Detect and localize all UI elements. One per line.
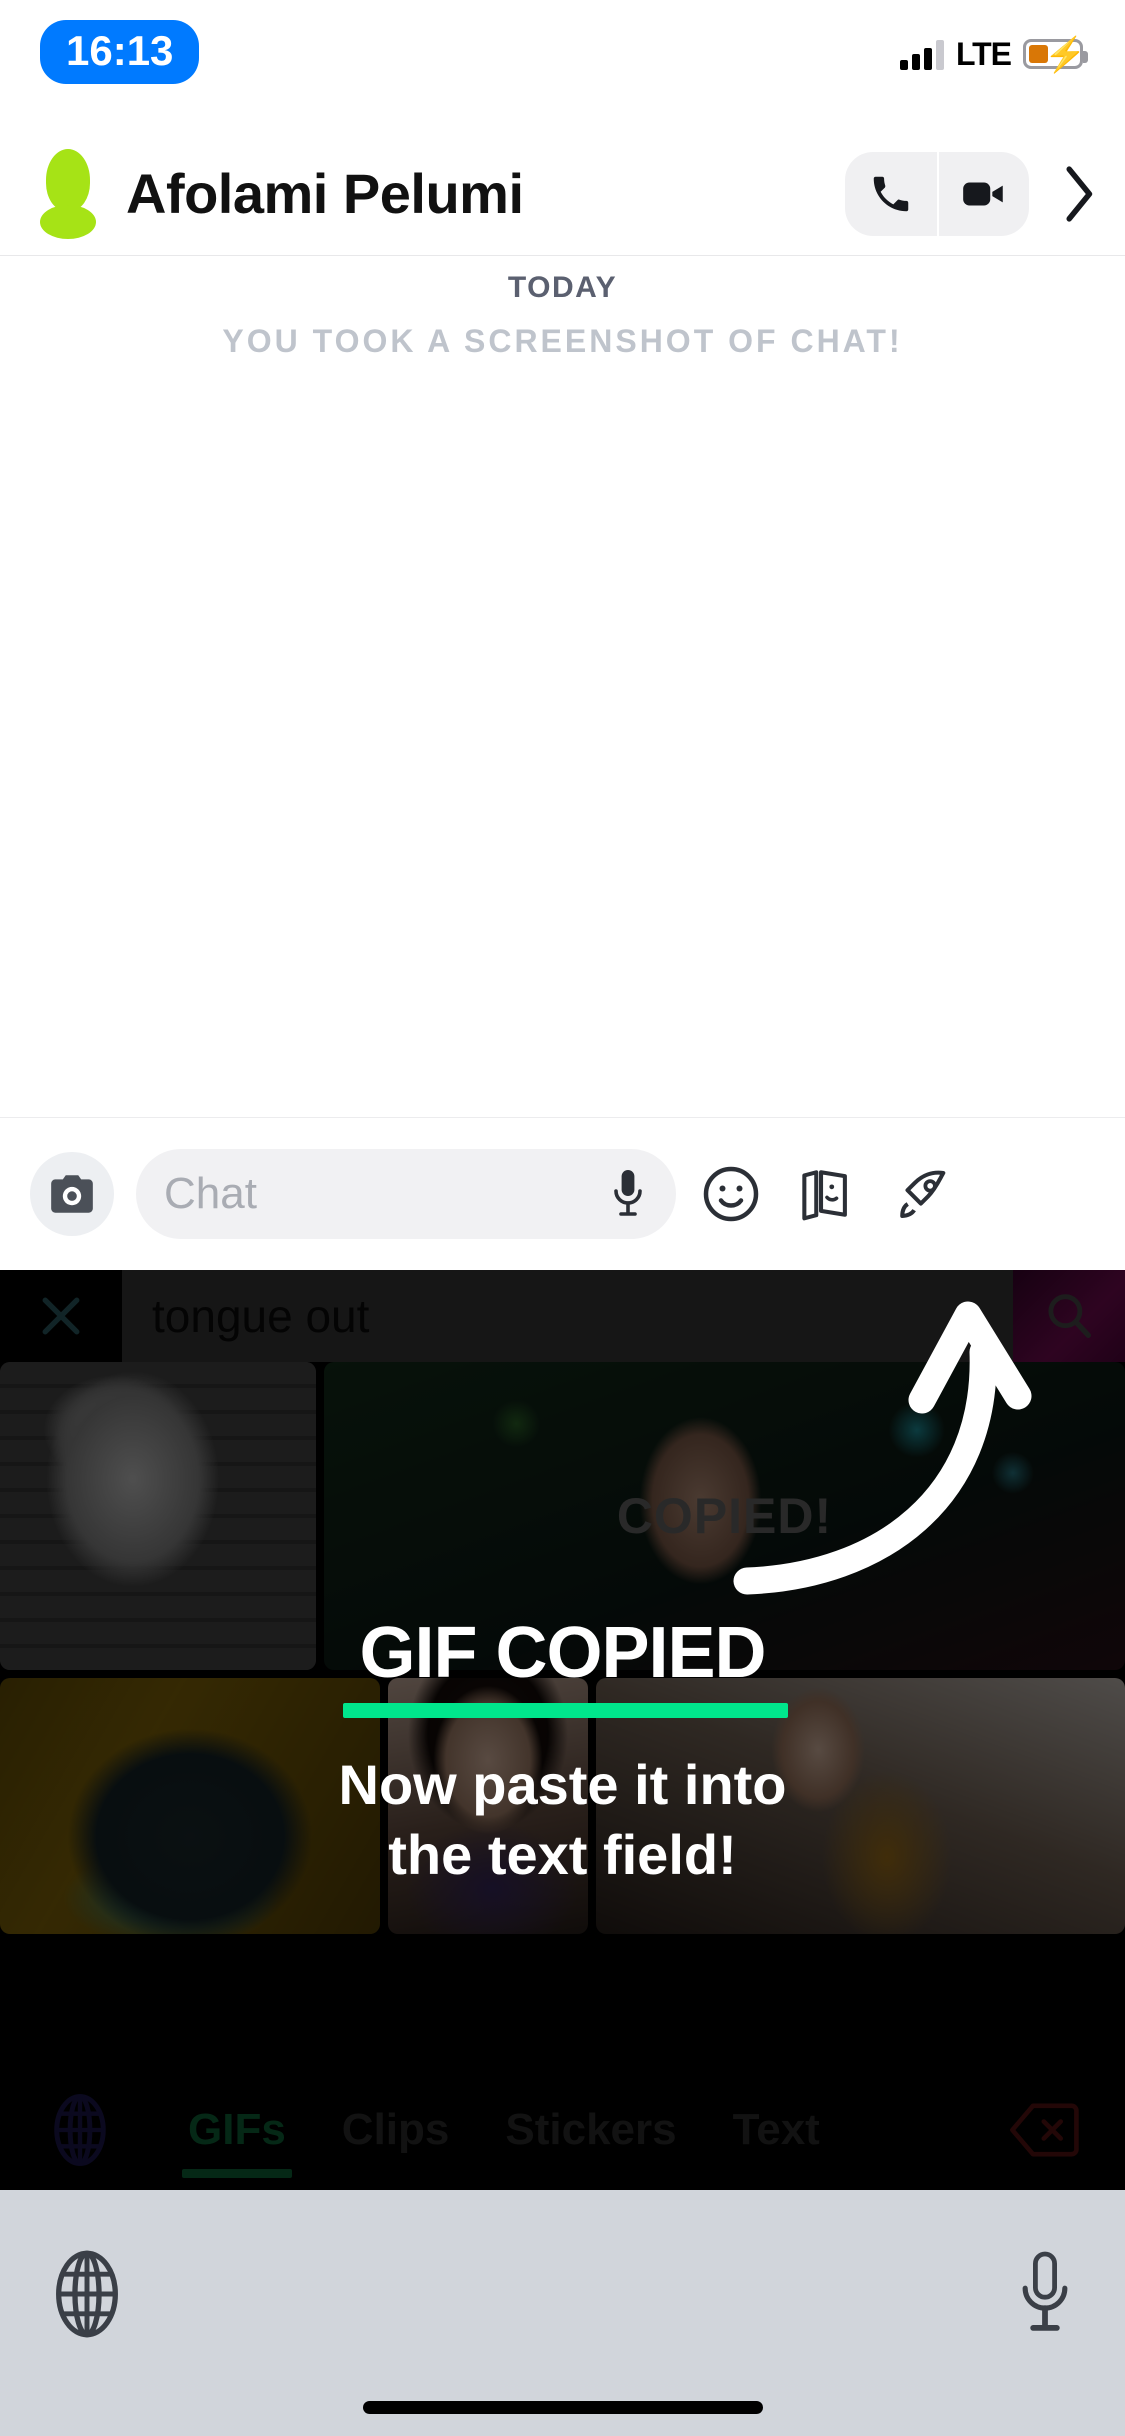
- rocket-icon: [900, 1170, 946, 1218]
- chat-input-placeholder: Chat: [164, 1169, 257, 1218]
- keyboard-bottom-bar: [0, 2190, 1125, 2436]
- video-camera-icon: [963, 182, 1003, 205]
- camera-button[interactable]: [30, 1152, 114, 1236]
- microphone-icon[interactable]: [608, 1166, 648, 1222]
- day-divider: TODAY: [507, 271, 618, 304]
- giphy-keyboard-panel: tongue out COPIED! GIFs Clips Stickers T…: [0, 1270, 1125, 2190]
- status-time-pill: 16:13: [40, 20, 200, 84]
- status-bar: 16:13 LTE ⚡: [0, 0, 1125, 132]
- giphy-globe-button[interactable]: [0, 2092, 160, 2168]
- gif-row: COPIED!: [0, 1362, 1125, 1670]
- stickers-button[interactable]: [796, 1163, 858, 1225]
- chat-input-field[interactable]: Chat: [136, 1149, 676, 1239]
- giphy-search-input[interactable]: tongue out: [122, 1270, 1013, 1362]
- chat-header: Afolami Pelumi: [0, 132, 1125, 256]
- conversation-area: TODAY YOU TOOK A SCREENSHOT OF CHAT!: [0, 257, 1125, 1117]
- tab-text[interactable]: Text: [705, 2070, 848, 2190]
- rocket-button[interactable]: [892, 1163, 954, 1225]
- giphy-tab-bar: GIFs Clips Stickers Text: [0, 2070, 1125, 2190]
- gif-tile-copied[interactable]: COPIED!: [324, 1362, 1125, 1670]
- giphy-search-bar: tongue out: [0, 1270, 1125, 1362]
- header-actions: [845, 151, 1099, 236]
- globe-icon: [56, 2250, 118, 2338]
- battery-charging-icon: ⚡: [1023, 38, 1088, 72]
- giphy-search-value: tongue out: [152, 1290, 370, 1342]
- giphy-close-button[interactable]: [0, 1270, 122, 1362]
- gif-row: [0, 1678, 1125, 1934]
- tab-clips[interactable]: Clips: [314, 2070, 478, 2190]
- phone-screen: 16:13 LTE ⚡ Afolami Pelumi TODAY YOU TOO…: [0, 0, 1125, 2436]
- network-type-label: LTE: [955, 36, 1012, 72]
- keyboard-dictation-button[interactable]: [1013, 2248, 1077, 2345]
- chat-input-bar: Chat: [0, 1117, 1125, 1270]
- sticker-cards-icon: [802, 1170, 847, 1221]
- signal-bars-icon: [899, 38, 944, 70]
- chat-action-icons: [700, 1163, 954, 1225]
- backspace-delete-icon: [1010, 2103, 1079, 2157]
- gif-copied-label: COPIED!: [616, 1488, 833, 1544]
- microphone-icon: [1022, 2251, 1068, 2331]
- tab-stickers[interactable]: Stickers: [477, 2070, 704, 2190]
- gif-tile-girl-partial[interactable]: [596, 1678, 1125, 1934]
- avatar[interactable]: [40, 148, 96, 239]
- gif-results-grid: COPIED!: [0, 1362, 1125, 1942]
- phone-icon: [873, 176, 909, 211]
- phone-call-button[interactable]: [845, 152, 937, 236]
- gif-tile-vintage-tongue[interactable]: [0, 1362, 316, 1670]
- home-indicator: [362, 2401, 763, 2414]
- page-title[interactable]: Afolami Pelumi: [126, 161, 524, 226]
- screenshot-notice: YOU TOOK A SCREENSHOT OF CHAT!: [222, 323, 903, 359]
- giphy-search-button[interactable]: [1013, 1270, 1125, 1362]
- globe-icon: [54, 2094, 106, 2166]
- chevron-right-icon: [1066, 165, 1093, 222]
- gif-tile-girl-surprised[interactable]: [388, 1678, 588, 1934]
- camera-icon: [51, 1175, 93, 1213]
- magnifier-icon: [1048, 1294, 1091, 1338]
- giphy-delete-button[interactable]: [965, 2101, 1125, 2159]
- open-profile-button[interactable]: [1055, 152, 1099, 236]
- smiley-face-icon: [703, 1166, 759, 1222]
- status-indicators: LTE ⚡: [899, 36, 1088, 72]
- gif-tile-cartoon-cat[interactable]: [0, 1678, 380, 1934]
- video-call-button[interactable]: [937, 151, 1029, 236]
- keyboard-globe-button[interactable]: [48, 2248, 126, 2345]
- tab-gifs[interactable]: GIFs: [160, 2070, 314, 2190]
- close-x-icon: [42, 1297, 80, 1335]
- emoji-button[interactable]: [700, 1163, 762, 1225]
